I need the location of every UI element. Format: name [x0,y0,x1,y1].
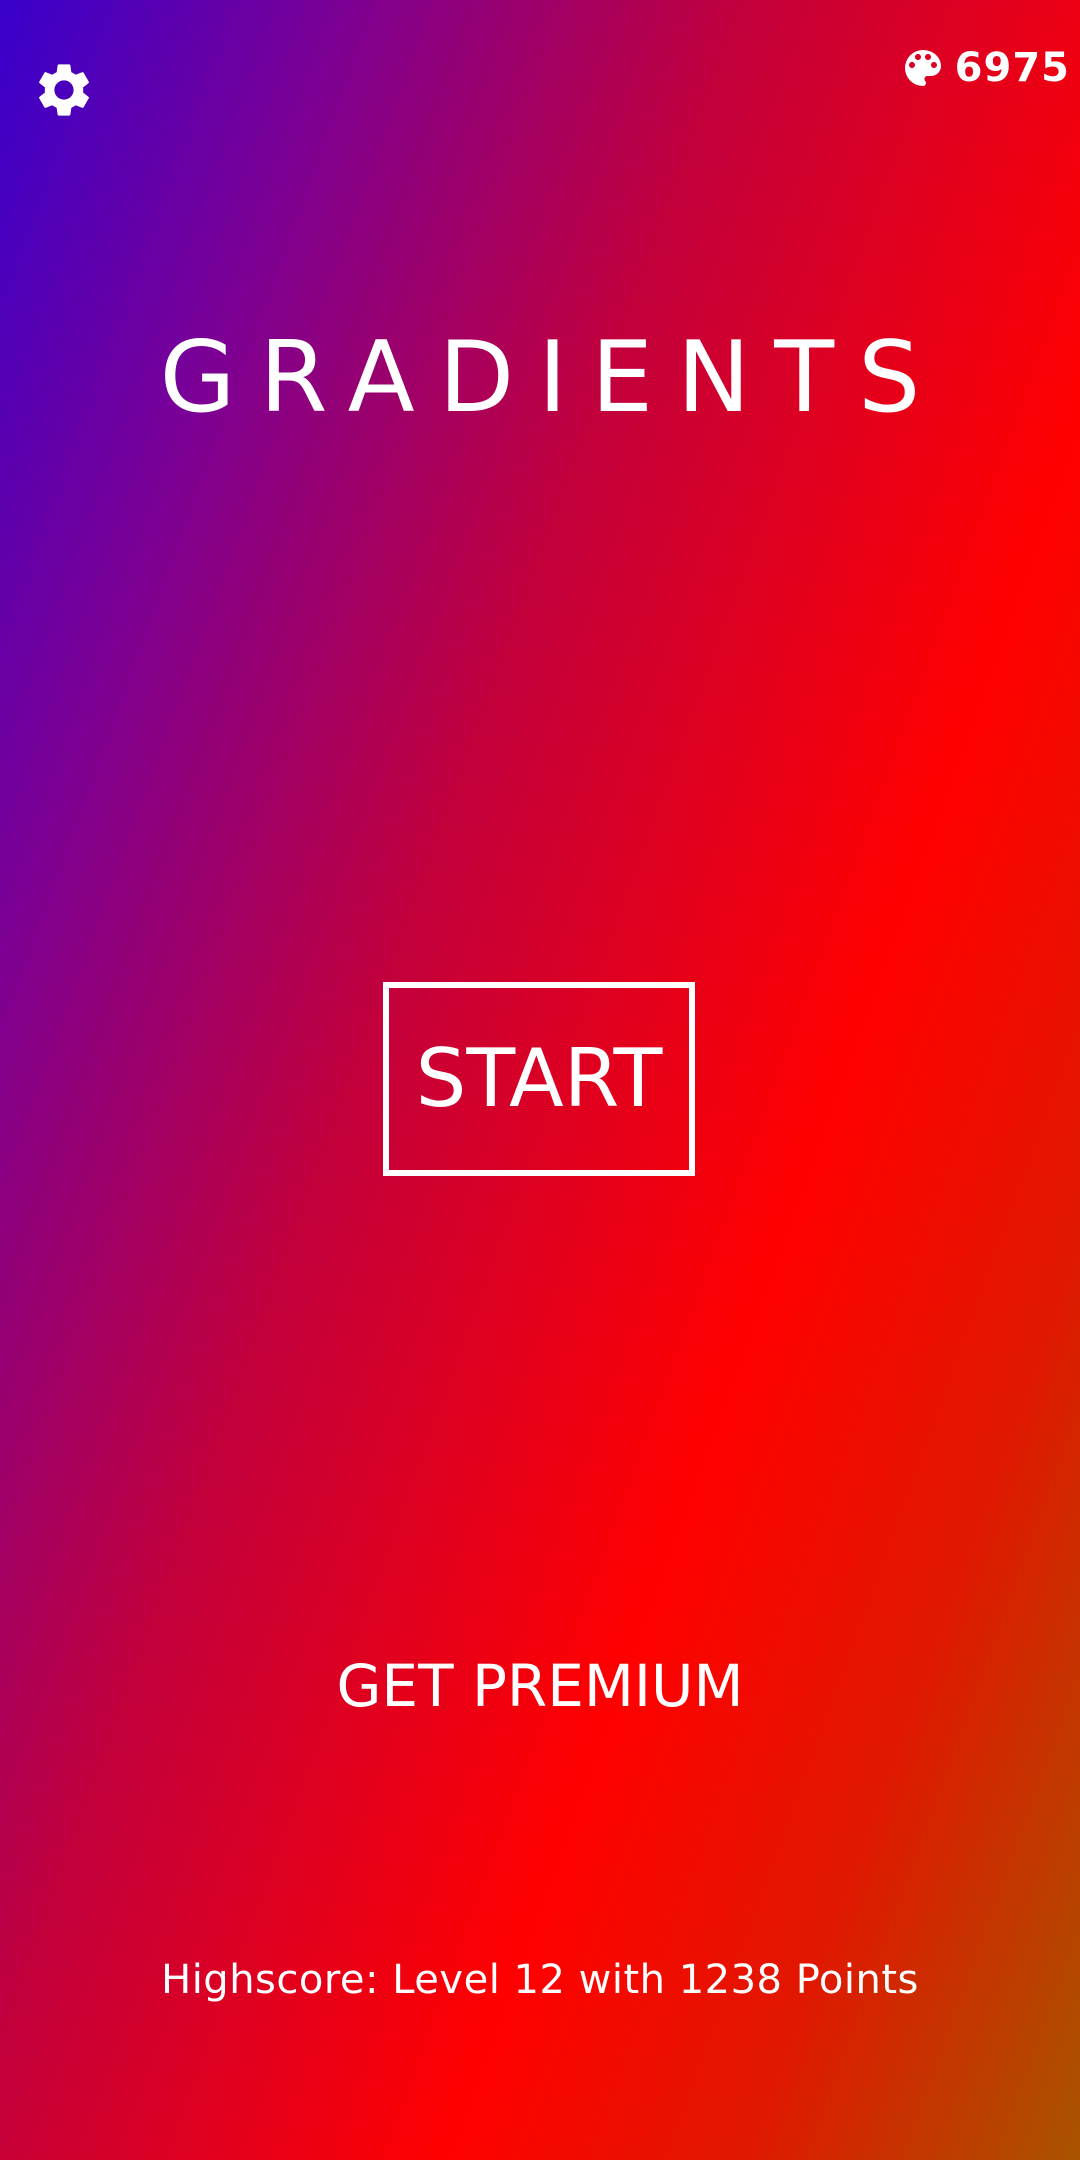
get-premium-label: GET PREMIUM [336,1652,744,1720]
settings-button[interactable] [32,58,96,122]
start-button[interactable]: START [383,982,695,1176]
get-premium-button[interactable]: GET PREMIUM [0,1650,1080,1722]
currency-amount: 6975 [954,45,1070,91]
gear-icon [32,58,96,122]
palette-icon [899,44,947,92]
highscore-text: Highscore: Level 12 with 1238 Points [161,1957,919,2003]
currency-counter: 6975 [899,42,1070,94]
game-title: GRADIENTS [159,321,945,435]
start-button-label: START [415,1032,663,1125]
